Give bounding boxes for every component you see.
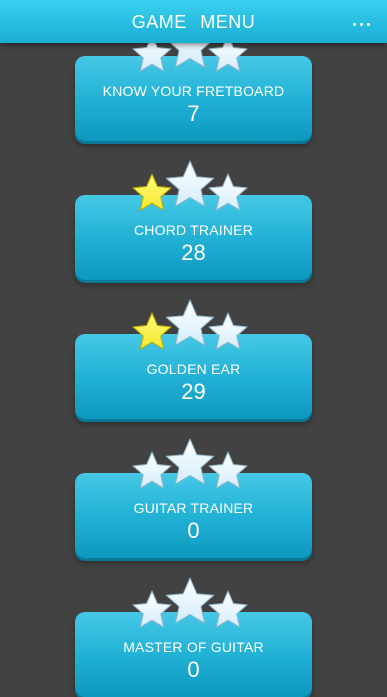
star-rating xyxy=(131,160,249,217)
star-empty-icon xyxy=(208,312,248,350)
star-empty-icon xyxy=(165,438,215,485)
game-title: GOLDEN EAR xyxy=(146,361,241,377)
star-empty-icon xyxy=(208,590,248,628)
page-title: GAME MENU xyxy=(131,12,256,32)
game-score: 7 xyxy=(187,101,200,126)
game-title: KNOW YOUR FRETBOARD xyxy=(102,83,285,99)
game-list: KNOW YOUR FRETBOARD 7 CHORD TRAINER 28 G… xyxy=(0,0,387,697)
game-title: MASTER OF GUITAR xyxy=(123,639,264,655)
star-filled-icon xyxy=(132,312,172,350)
star-rating-graphic xyxy=(132,577,248,628)
app-bar: GAME MENU xyxy=(0,0,387,43)
star-filled-icon xyxy=(132,173,172,211)
star-rating xyxy=(131,438,249,495)
game-score: 28 xyxy=(181,240,206,265)
star-rating xyxy=(131,299,249,356)
star-empty-icon xyxy=(208,451,248,489)
star-empty-icon xyxy=(132,590,172,628)
star-empty-icon xyxy=(132,451,172,489)
game-score: 0 xyxy=(187,518,200,543)
game-score: 29 xyxy=(181,379,206,404)
game-title: CHORD TRAINER xyxy=(133,222,254,238)
star-empty-icon xyxy=(165,577,215,624)
star-rating-graphic xyxy=(132,438,248,489)
game-score: 0 xyxy=(187,657,200,682)
star-empty-icon xyxy=(208,173,248,211)
star-rating-graphic xyxy=(132,160,248,211)
star-empty-icon xyxy=(165,299,215,346)
more-dots-icon[interactable] xyxy=(343,12,379,36)
star-rating-graphic xyxy=(132,299,248,350)
star-rating xyxy=(131,577,249,634)
game-title: GUITAR TRAINER xyxy=(133,500,254,516)
star-empty-icon xyxy=(165,160,215,207)
